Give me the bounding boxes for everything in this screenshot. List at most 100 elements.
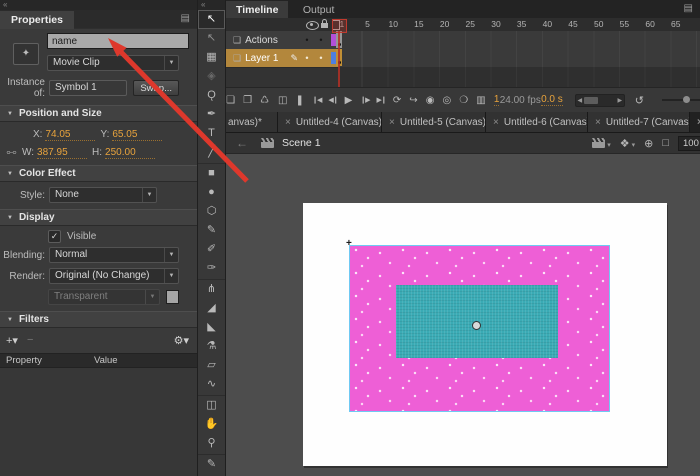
collapse-panel-icon[interactable]: «	[201, 0, 205, 9]
section-header-position-size[interactable]: ▼Position and Size	[0, 105, 197, 122]
rectangle-tool[interactable]: ■	[198, 163, 225, 183]
new-layer-button[interactable]: ❏	[226, 95, 235, 106]
h-value[interactable]: 250.00	[105, 147, 155, 159]
loop-button[interactable]: ⟳	[393, 95, 401, 106]
frames-empty-area[interactable]	[339, 67, 700, 88]
center-stage-button[interactable]: ⊕	[644, 137, 653, 150]
frames-grid[interactable]	[339, 31, 700, 67]
camera-button[interactable]: ◫	[278, 95, 287, 106]
oval-tool[interactable]: ●	[198, 183, 225, 202]
timeline-scrollbar[interactable]: ◀ ▶	[575, 94, 625, 107]
play-button[interactable]: ▶	[345, 95, 353, 106]
first-frame-button[interactable]: ❙◀	[312, 96, 321, 104]
layer-name[interactable]: Layer 1	[245, 53, 290, 64]
panel-menu-icon[interactable]: ▤	[181, 13, 190, 24]
close-tab-icon[interactable]: ×	[493, 117, 499, 128]
onion-skin-button[interactable]: ◉	[426, 95, 435, 106]
close-tab-icon[interactable]: ×	[595, 117, 601, 128]
tab-timeline[interactable]: Timeline	[226, 1, 288, 19]
panel-menu-icon[interactable]: ▤	[684, 3, 693, 14]
brush-tool[interactable]: ✐	[198, 240, 225, 259]
onion-outlines-button[interactable]: ◎	[442, 95, 451, 106]
bone-tool[interactable]: ⋔	[198, 279, 225, 299]
visible-checkbox[interactable]: ✓	[48, 230, 61, 243]
layer-name[interactable]: Actions	[245, 35, 300, 46]
free-transform-tool[interactable]: ▦	[198, 48, 225, 67]
step-back-button[interactable]: ◀❙	[328, 96, 337, 104]
delete-layer-button[interactable]: ♺	[260, 95, 269, 106]
link-width-height-icon[interactable]: ⧟	[4, 147, 19, 158]
width-tool[interactable]: ∿	[198, 375, 225, 394]
filters-table-body[interactable]	[0, 368, 197, 476]
current-frame-value[interactable]: 1	[494, 94, 500, 106]
section-header-color-effect[interactable]: ▼Color Effect	[0, 165, 197, 182]
eraser-tool[interactable]: ▱	[198, 356, 225, 375]
section-header-filters[interactable]: ▼Filters	[0, 311, 197, 328]
layer-visible-dot[interactable]: •	[300, 53, 314, 63]
new-folder-button[interactable]: ❐	[243, 95, 252, 106]
y-value[interactable]: 65.05	[112, 129, 162, 141]
edit-symbols-button[interactable]: ❖	[620, 137, 630, 150]
pencil-tool[interactable]: ✎	[198, 221, 225, 240]
pen-tool[interactable]: ✒	[198, 105, 225, 124]
instance-of-value[interactable]: Symbol 1	[49, 80, 127, 96]
close-tab-icon[interactable]: ×	[389, 117, 395, 128]
tab-untitled-7[interactable]: × Untitled-7 (Canvas)*	[588, 112, 690, 132]
center-frame-button[interactable]: ↪	[409, 95, 417, 106]
layer-row-layer1[interactable]: ❑ Layer 1 ✎ • •	[226, 49, 339, 68]
w-value[interactable]: 387.95	[37, 147, 87, 159]
text-tool[interactable]: T	[198, 124, 225, 143]
subselection-tool[interactable]: ↖	[198, 29, 225, 48]
panel-collapse-strip[interactable]: «	[0, 0, 197, 10]
close-tab-icon[interactable]: ×	[285, 117, 291, 128]
tab-output[interactable]: Output	[293, 1, 345, 19]
blending-dropdown[interactable]: Normal ▼	[49, 247, 179, 263]
style-dropdown[interactable]: None ▼	[49, 187, 157, 203]
slider-knob[interactable]	[683, 96, 690, 103]
frame-ruler[interactable]: 15101520253035404550556065	[329, 18, 689, 31]
selection-tool[interactable]: ↖	[198, 10, 225, 29]
x-value[interactable]: 74.05	[45, 129, 95, 141]
eyedropper-tool[interactable]: ⚗	[198, 337, 225, 356]
tab-untitled-4[interactable]: × Untitled-4 (Canvas)*	[278, 112, 382, 132]
tab-untitled-5[interactable]: × Untitled-5 (Canvas)*	[382, 112, 486, 132]
tab-untitled-8[interactable]: × Untitled-8 (Canva	[690, 112, 700, 132]
layer-row-actions[interactable]: ❑ Actions • •	[226, 31, 339, 50]
camera-state-button[interactable]: ❚	[296, 95, 304, 106]
transformation-point[interactable]	[472, 321, 481, 330]
tab-untitled-3[interactable]: anvas)*	[226, 112, 278, 132]
3d-rotation-tool[interactable]: ◈	[198, 67, 225, 86]
pasteboard[interactable]: +	[226, 154, 700, 476]
tab-untitled-6[interactable]: × Untitled-6 (Canvas)*	[486, 112, 588, 132]
layer-visible-dot[interactable]: •	[300, 35, 314, 45]
layer-lock-dot[interactable]: •	[314, 53, 328, 63]
back-arrow-icon[interactable]: ←	[236, 136, 248, 150]
scroll-right-icon[interactable]: ▶	[616, 97, 624, 104]
frame-rate-value[interactable]: 24.00 fps	[500, 95, 541, 106]
tools-collapse-strip[interactable]: «	[198, 0, 225, 10]
stage-zoom-input[interactable]: 100	[678, 136, 700, 151]
modify-markers-button[interactable]: ▥	[476, 95, 485, 106]
step-forward-button[interactable]: ❙▶	[360, 96, 369, 104]
polystar-tool[interactable]: ⬡	[198, 202, 225, 221]
instance-name-input[interactable]	[47, 33, 189, 49]
show-hide-layers-icon[interactable]	[306, 21, 319, 30]
remove-filter-button[interactable]: −	[27, 334, 33, 346]
line-tool[interactable]: ╱	[198, 143, 225, 162]
paint-brush-tool[interactable]: ✑	[198, 259, 225, 278]
render-dropdown[interactable]: Original (No Change) ▼	[49, 268, 179, 284]
filter-options-gear-button[interactable]: ⚙▾	[174, 334, 189, 347]
lasso-tool[interactable]: Ǫ	[198, 86, 225, 105]
add-filter-button[interactable]: +▾	[6, 334, 18, 347]
lock-layers-icon[interactable]	[321, 23, 328, 28]
stage[interactable]: +	[303, 203, 667, 466]
hand-tool[interactable]: ✋	[198, 415, 225, 434]
scroll-left-icon[interactable]: ◀	[576, 97, 584, 104]
layer-lock-dot[interactable]: •	[314, 35, 328, 45]
background-color-swatch[interactable]	[166, 290, 179, 304]
playhead-line[interactable]	[338, 31, 340, 88]
tab-properties[interactable]: Properties	[0, 11, 74, 29]
elapsed-time-value[interactable]: 0.0 s	[541, 94, 563, 106]
edit-multiple-frames-button[interactable]: ❍	[459, 95, 468, 106]
clip-content-button[interactable]: □	[662, 137, 669, 149]
